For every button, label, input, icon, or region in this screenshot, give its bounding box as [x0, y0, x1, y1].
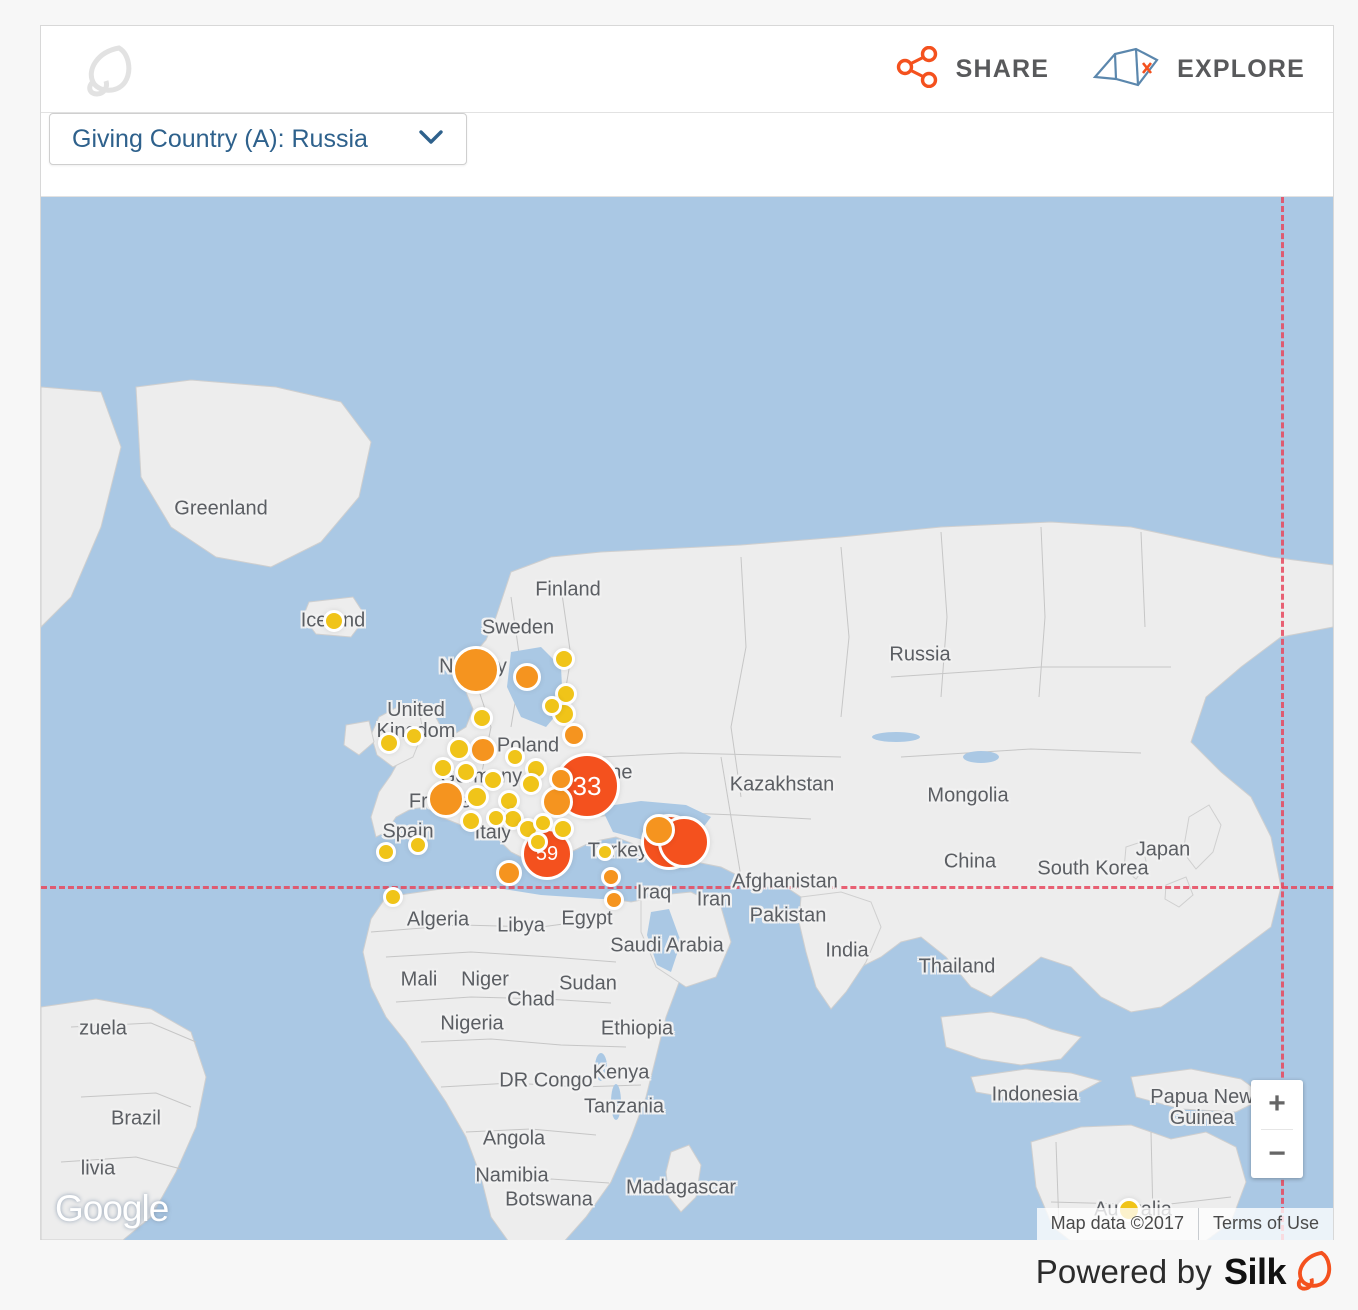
map-bubble[interactable] [383, 887, 403, 907]
map-bubble[interactable] [549, 767, 573, 791]
giving-country-select-label: Giving Country (A): Russia [72, 124, 368, 153]
explore-label: EXPLORE [1177, 55, 1305, 83]
map-bubble[interactable] [469, 736, 497, 764]
map-attribution: Map data ©2017 Terms of Use [1036, 1208, 1333, 1240]
map-bubble[interactable] [553, 648, 575, 670]
silk-brand-text: Silk [1223, 1251, 1287, 1292]
map-bubble[interactable] [601, 867, 621, 887]
silk-leaf-logo-icon [1292, 1248, 1334, 1297]
map-bubble[interactable] [505, 747, 525, 767]
map-bubble[interactable] [452, 646, 500, 694]
map-bubble[interactable] [427, 780, 465, 818]
map-bubble[interactable] [404, 726, 424, 746]
map-data-copyright: Map data ©2017 [1036, 1208, 1198, 1240]
zoom-in-button[interactable]: + [1251, 1080, 1303, 1129]
giving-country-select[interactable]: Giving Country (A): Russia [49, 113, 467, 165]
explore-button[interactable]: EXPLORE [1091, 43, 1305, 96]
powered-by-footer: Powered by Silk [40, 1248, 1334, 1296]
map-bubble[interactable] [447, 737, 471, 761]
chevron-down-icon [418, 129, 444, 150]
google-watermark: Google [55, 1188, 169, 1229]
map-canvas[interactable]: GreenlandIcelandFinlandSwedenNorwayUnite… [41, 197, 1333, 1240]
map-bubble[interactable] [471, 707, 493, 729]
map-bubble[interactable] [596, 843, 614, 861]
silk-map-app: SHARE EXPLORE Giving Country (A): Russia… [40, 25, 1334, 1240]
share-label: SHARE [955, 55, 1050, 83]
map-bubble[interactable] [460, 810, 482, 832]
share-button[interactable]: SHARE [896, 45, 1050, 93]
map-bubble[interactable] [533, 813, 553, 833]
map-bubble[interactable] [432, 757, 454, 779]
map-bubble[interactable] [323, 610, 345, 632]
header-actions: SHARE EXPLORE [896, 26, 1305, 113]
map-bubble[interactable] [520, 773, 542, 795]
map-bubble[interactable] [376, 842, 396, 862]
share-nodes-icon [896, 45, 940, 93]
app-header: SHARE EXPLORE [41, 26, 1333, 113]
map-bubble[interactable] [408, 835, 428, 855]
zoom-out-button[interactable]: − [1251, 1130, 1303, 1179]
map-bubble[interactable] [604, 890, 624, 910]
map-bubble[interactable] [528, 832, 548, 852]
map-bubble[interactable] [562, 723, 586, 747]
map-bubble[interactable] [513, 663, 541, 691]
terms-of-use-link[interactable]: Terms of Use [1197, 1208, 1333, 1240]
map-bubble[interactable] [378, 732, 400, 754]
map-bubble[interactable] [455, 761, 477, 783]
folded-map-icon [1091, 43, 1161, 96]
map-bubble[interactable] [496, 860, 522, 886]
map-bubble[interactable] [552, 818, 574, 840]
equator-line [41, 886, 1333, 889]
silk-leaf-logo-icon [81, 42, 135, 98]
map-bubble[interactable] [643, 814, 675, 846]
world-landmass [41, 379, 1333, 1240]
zoom-control[interactable]: + − [1251, 1080, 1303, 1178]
powered-by-text: Powered by [1035, 1253, 1212, 1290]
map-bubble[interactable] [486, 808, 506, 828]
map-bubble[interactable] [542, 696, 562, 716]
map-bubble[interactable] [482, 769, 504, 791]
filter-bar: Giving Country (A): Russia [41, 113, 1333, 197]
